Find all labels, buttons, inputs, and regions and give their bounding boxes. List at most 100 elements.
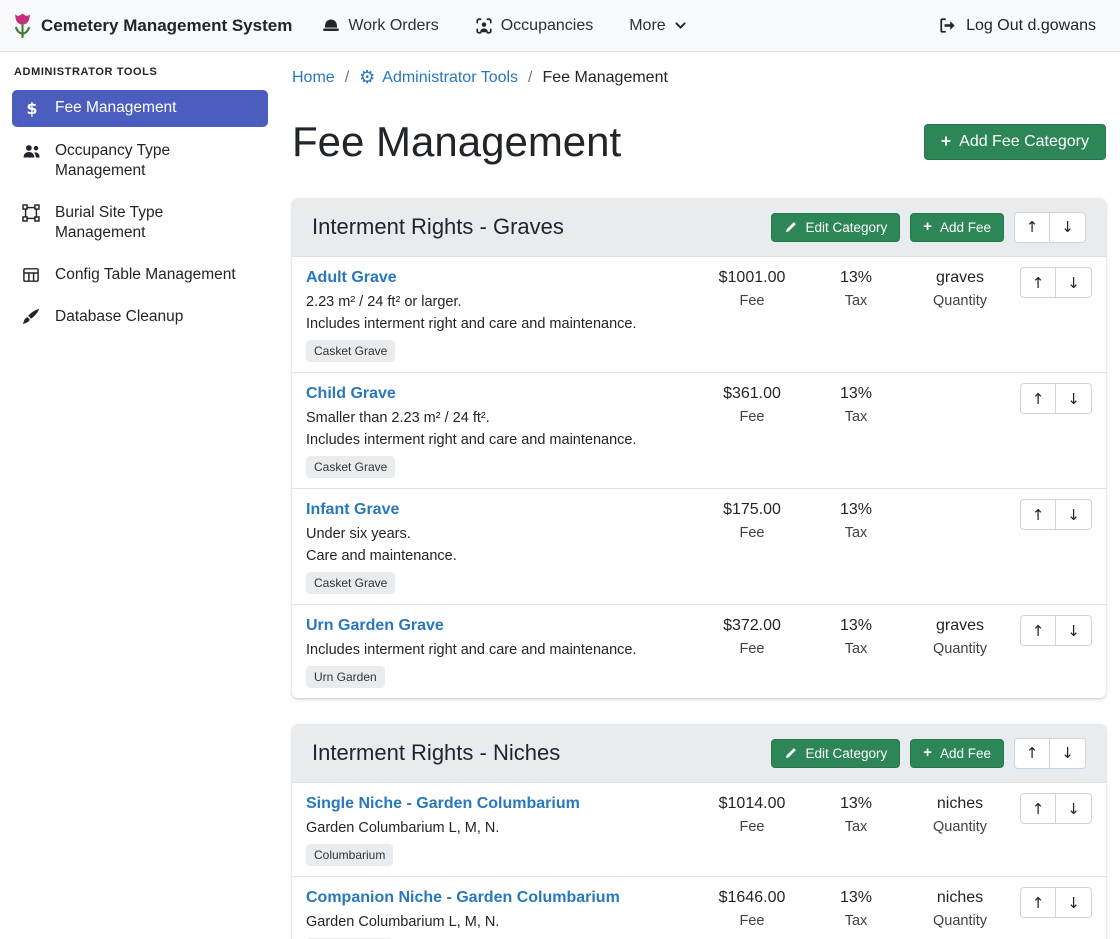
arrow-up-icon: ↑: [1032, 274, 1045, 292]
add-fee-category-label: Add Fee Category: [959, 133, 1089, 151]
quantity-label: Quantity: [908, 817, 1012, 837]
arrow-up-icon: ↑: [1032, 800, 1045, 818]
nav-item-label: Work Orders: [348, 17, 438, 35]
logout-icon: [938, 16, 957, 35]
page-header: Fee Management + Add Fee Category: [292, 116, 1106, 168]
fee-description: Smaller than 2.23 m² / 24 ft².: [306, 408, 692, 428]
logout-label: Log Out d.gowans: [966, 17, 1096, 35]
sidebar-item-config-table-management[interactable]: Config Table Management: [12, 257, 268, 293]
move-fee-down-button[interactable]: ↓: [1056, 267, 1092, 298]
nav-item-more[interactable]: More: [629, 17, 686, 35]
move-fee-down-button[interactable]: ↓: [1056, 615, 1092, 646]
tax-label: Tax: [804, 523, 908, 543]
arrow-up-icon: ↑: [1032, 506, 1045, 524]
move-fee-up-button[interactable]: ↑: [1020, 499, 1056, 530]
tax-column: 13% Tax: [804, 793, 908, 837]
fee-amount: $1014.00: [700, 793, 804, 814]
sidebar-item-database-cleanup[interactable]: Database Cleanup: [12, 299, 268, 335]
add-fee-label: Add Fee: [940, 220, 991, 235]
nav-item-occupancies[interactable]: Occupancies: [475, 17, 594, 35]
add-fee-category-button[interactable]: + Add Fee Category: [924, 124, 1106, 160]
fee-name-link[interactable]: Infant Grave: [306, 499, 692, 520]
move-category-up-button[interactable]: ↑: [1014, 738, 1050, 769]
fee-row: Adult Grave 2.23 m² / 24 ft² or larger. …: [292, 257, 1106, 373]
fee-name-link[interactable]: Adult Grave: [306, 267, 692, 288]
nav-item-work-orders[interactable]: Work Orders: [322, 17, 438, 35]
move-fee-down-button[interactable]: ↓: [1056, 887, 1092, 918]
main-content: Home / ⚙ Administrator Tools / Fee Manag…: [280, 52, 1120, 939]
chevron-down-icon: [674, 19, 687, 32]
arrow-up-icon: ↑: [1026, 218, 1039, 236]
fee-info: Child Grave Smaller than 2.23 m² / 24 ft…: [306, 383, 700, 478]
arrow-up-icon: ↑: [1032, 390, 1045, 408]
plus-icon: +: [923, 220, 932, 235]
breadcrumb-admin-tools-link[interactable]: ⚙ Administrator Tools: [359, 66, 518, 90]
arrow-up-icon: ↑: [1032, 622, 1045, 640]
top-navbar: Cemetery Management System Work Orders O…: [0, 0, 1120, 52]
move-fee-up-button[interactable]: ↑: [1020, 267, 1056, 298]
quantity-unit: graves: [908, 615, 1012, 636]
fee-reorder-group: ↑ ↓: [1020, 383, 1092, 414]
plus-icon: +: [941, 133, 951, 151]
move-fee-up-button[interactable]: ↑: [1020, 383, 1056, 414]
tax-label: Tax: [804, 817, 908, 837]
add-fee-button[interactable]: + Add Fee: [910, 213, 1004, 242]
move-fee-up-button[interactable]: ↑: [1020, 615, 1056, 646]
tax-value: 13%: [804, 499, 908, 520]
category-reorder-group: ↑ ↓: [1014, 212, 1086, 243]
fee-description: Care and maintenance.: [306, 546, 692, 566]
move-category-down-button[interactable]: ↓: [1050, 212, 1086, 243]
fee-info: Adult Grave 2.23 m² / 24 ft² or larger. …: [306, 267, 700, 362]
fee-amount-label: Fee: [700, 817, 804, 837]
brand[interactable]: Cemetery Management System: [12, 12, 292, 39]
fee-name-link[interactable]: Single Niche - Garden Columbarium: [306, 793, 692, 814]
bounding-box-icon: [22, 204, 42, 222]
edit-category-label: Edit Category: [805, 220, 887, 235]
fee-amount-label: Fee: [700, 639, 804, 659]
fee-name-link[interactable]: Child Grave: [306, 383, 692, 404]
fee-amount: $1001.00: [700, 267, 804, 288]
fee-amount-label: Fee: [700, 523, 804, 543]
fee-name-link[interactable]: Companion Niche - Garden Columbarium: [306, 887, 692, 908]
move-fee-down-button[interactable]: ↓: [1056, 793, 1092, 824]
quantity-unit: niches: [908, 887, 1012, 908]
fee-amount: $361.00: [700, 383, 804, 404]
move-fee-down-button[interactable]: ↓: [1056, 499, 1092, 530]
breadcrumb-separator: /: [345, 66, 349, 90]
move-category-up-button[interactable]: ↑: [1014, 212, 1050, 243]
move-fee-up-button[interactable]: ↑: [1020, 887, 1056, 918]
move-fee-up-button[interactable]: ↑: [1020, 793, 1056, 824]
fee-amount-column: $175.00 Fee: [700, 499, 804, 543]
tax-value: 13%: [804, 615, 908, 636]
tax-label: Tax: [804, 911, 908, 931]
quantity-column: graves Quantity: [908, 267, 1012, 311]
fee-description: Includes interment right and care and ma…: [306, 430, 692, 450]
fee-amount-label: Fee: [700, 407, 804, 427]
breadcrumb: Home / ⚙ Administrator Tools / Fee Manag…: [292, 66, 1106, 90]
fee-description: Under six years.: [306, 524, 692, 544]
add-fee-button[interactable]: + Add Fee: [910, 739, 1004, 768]
breadcrumb-home-link[interactable]: Home: [292, 66, 335, 90]
sidebar-item-label: Occupancy Type Management: [55, 141, 258, 181]
quantity-unit: graves: [908, 267, 1012, 288]
category-header: Interment Rights - Niches Edit Category …: [292, 724, 1106, 783]
edit-category-button[interactable]: Edit Category: [771, 213, 900, 242]
sidebar-item-fee-management[interactable]: $ Fee Management: [12, 90, 268, 127]
breadcrumb-current: Fee Management: [543, 66, 668, 90]
logout-button[interactable]: Log Out d.gowans: [938, 16, 1096, 35]
sidebar-item-burial-site-type-management[interactable]: Burial Site Type Management: [12, 195, 268, 251]
breadcrumb-separator: /: [528, 66, 532, 90]
fee-info: Urn Garden Grave Includes interment righ…: [306, 615, 700, 688]
edit-category-label: Edit Category: [805, 746, 887, 761]
fee-name-link[interactable]: Urn Garden Grave: [306, 615, 692, 636]
fee-description: Garden Columbarium L, M, N.: [306, 912, 692, 932]
fee-type-badge: Casket Grave: [306, 456, 395, 478]
arrow-down-icon: ↓: [1067, 622, 1080, 640]
sidebar-item-occupancy-type-management[interactable]: Occupancy Type Management: [12, 133, 268, 189]
move-category-down-button[interactable]: ↓: [1050, 738, 1086, 769]
move-fee-down-button[interactable]: ↓: [1056, 383, 1092, 414]
category-title: Interment Rights - Niches: [312, 737, 761, 769]
fee-info: Companion Niche - Garden Columbarium Gar…: [306, 887, 700, 939]
edit-category-button[interactable]: Edit Category: [771, 739, 900, 768]
arrow-up-icon: ↑: [1032, 894, 1045, 912]
